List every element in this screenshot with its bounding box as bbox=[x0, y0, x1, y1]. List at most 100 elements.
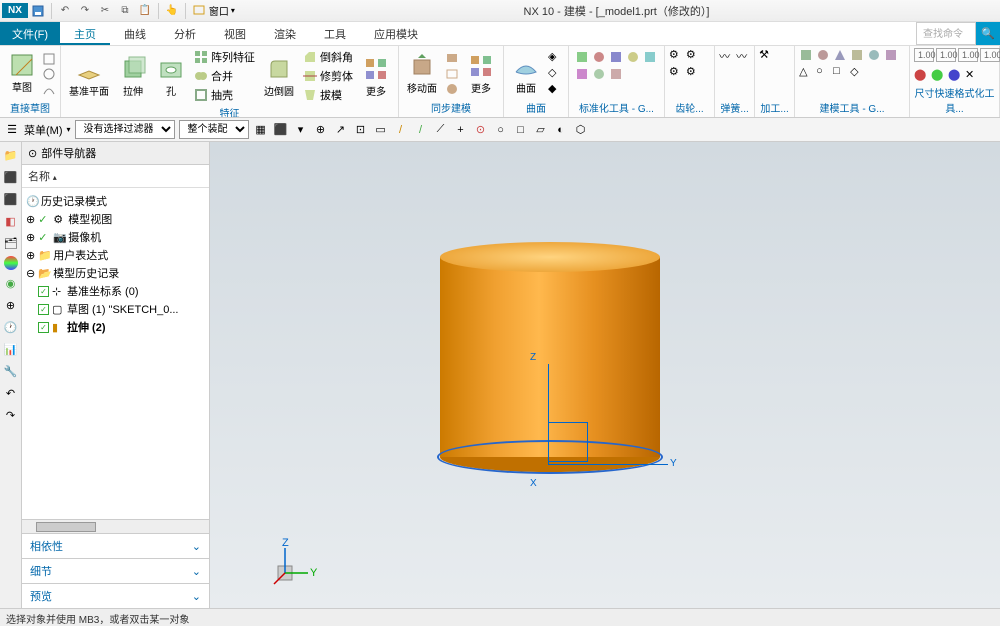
search-input[interactable]: 查找命令 bbox=[916, 22, 976, 45]
tree-datum-csys[interactable]: ✓⊹基准坐标系 (0) bbox=[26, 282, 205, 300]
lb-icon2[interactable]: ⬛ bbox=[2, 168, 20, 186]
touch-icon[interactable]: 👆 bbox=[164, 3, 180, 19]
fb-icon14[interactable]: □ bbox=[513, 122, 529, 138]
file-menu[interactable]: 文件(F) bbox=[0, 22, 60, 45]
tab-tools[interactable]: 工具 bbox=[310, 22, 360, 45]
undo-icon[interactable]: ↶ bbox=[57, 3, 73, 19]
draft-button[interactable]: 拔模 bbox=[300, 86, 356, 104]
sync-icon1[interactable] bbox=[445, 50, 459, 64]
tab-analysis[interactable]: 分析 bbox=[160, 22, 210, 45]
std-icon5[interactable] bbox=[643, 50, 657, 64]
search-button[interactable]: 🔍 bbox=[976, 22, 1000, 45]
window-icon[interactable] bbox=[191, 3, 207, 19]
paste-icon[interactable]: 📋 bbox=[137, 3, 153, 19]
sketch-button[interactable]: 草图 bbox=[4, 49, 40, 96]
mt-icon8[interactable]: ○ bbox=[816, 65, 830, 79]
fb-icon9[interactable]: / bbox=[413, 122, 429, 138]
filter-select-2[interactable]: 整个装配 bbox=[179, 120, 249, 139]
mt-icon9[interactable]: □ bbox=[833, 65, 847, 79]
sync-icon2[interactable] bbox=[445, 66, 459, 80]
edge-blend-button[interactable]: 边倒圆 bbox=[260, 53, 298, 100]
nav-column-header[interactable]: 名称 ▴ bbox=[22, 165, 209, 188]
fb-icon15[interactable]: ▱ bbox=[533, 122, 549, 138]
pattern-button[interactable]: 阵列特征 bbox=[191, 48, 258, 66]
nav-pin-icon[interactable]: ⊙ bbox=[28, 147, 37, 160]
lb-nav-icon[interactable]: 📁 bbox=[2, 146, 20, 164]
mt-icon7[interactable]: △ bbox=[799, 65, 813, 79]
shell-button[interactable]: 抽壳 bbox=[191, 86, 258, 104]
hole-button[interactable]: 孔 bbox=[153, 53, 189, 100]
fb-icon3[interactable]: ▾ bbox=[293, 122, 309, 138]
chamfer-button[interactable]: 倒斜角 bbox=[300, 48, 356, 66]
lb-icon8[interactable]: ⊕ bbox=[2, 296, 20, 314]
lb-icon10[interactable]: 📊 bbox=[2, 340, 20, 358]
mt-icon2[interactable] bbox=[816, 48, 830, 62]
fb-icon16[interactable]: ◐ bbox=[553, 122, 569, 138]
lb-icon6[interactable] bbox=[4, 256, 18, 270]
df-icon4[interactable]: ✕ bbox=[965, 68, 979, 82]
fb-icon17[interactable]: ⬡ bbox=[573, 122, 589, 138]
surf-icon2[interactable]: ◇ bbox=[548, 66, 562, 80]
trim-button[interactable]: 修剪体 bbox=[300, 67, 356, 85]
tab-view[interactable]: 视图 bbox=[210, 22, 260, 45]
accordion-details[interactable]: 细节⌄ bbox=[22, 558, 209, 583]
dim-2[interactable]: 1.00 bbox=[936, 48, 956, 62]
sketch-sub-icon2[interactable] bbox=[42, 67, 56, 81]
std-icon2[interactable] bbox=[592, 50, 606, 64]
std-icon3[interactable] bbox=[609, 50, 623, 64]
lb-icon5[interactable]: 🗂 bbox=[2, 234, 20, 252]
std-icon1[interactable] bbox=[575, 50, 589, 64]
std-icon7[interactable] bbox=[592, 67, 606, 81]
fb-icon12[interactable]: ⊙ bbox=[473, 122, 489, 138]
datum-plane-button[interactable]: 基准平面 bbox=[65, 53, 113, 100]
surf-icon1[interactable]: ◈ bbox=[548, 50, 562, 64]
dim-3[interactable]: 1.00 bbox=[958, 48, 978, 62]
cut-icon[interactable]: ✂ bbox=[97, 3, 113, 19]
lb-icon4[interactable]: ◧ bbox=[2, 212, 20, 230]
mt-icon10[interactable]: ◇ bbox=[850, 65, 864, 79]
fb-icon1[interactable]: ▦ bbox=[253, 122, 269, 138]
dim-1[interactable]: 1.00 bbox=[914, 48, 934, 62]
tree-model-views[interactable]: ⊕✓⚙模型视图 bbox=[26, 210, 205, 228]
process-icon[interactable]: ⚒ bbox=[759, 48, 773, 62]
sync-icon3[interactable] bbox=[445, 82, 459, 96]
spring-icon2[interactable]: 〰 bbox=[736, 48, 750, 62]
df-icon1[interactable]: ⬤ bbox=[914, 68, 928, 82]
dim-4[interactable]: 1.00 bbox=[980, 48, 1000, 62]
lb-wifi-icon[interactable]: ◉ bbox=[2, 274, 20, 292]
tree-model-history[interactable]: ⊖📂模型历史记录 bbox=[26, 264, 205, 282]
gear-icon3[interactable]: ⚙ bbox=[669, 65, 683, 79]
tab-home[interactable]: 主页 bbox=[60, 22, 110, 45]
fb-icon5[interactable]: ↗ bbox=[333, 122, 349, 138]
save-icon[interactable] bbox=[30, 3, 46, 19]
lb-icon12[interactable]: ↶ bbox=[2, 384, 20, 402]
window-menu[interactable]: 窗口 bbox=[209, 3, 229, 18]
mt-icon6[interactable] bbox=[884, 48, 898, 62]
gear-icon1[interactable]: ⚙ bbox=[669, 48, 683, 62]
menu-icon[interactable]: ☰ bbox=[4, 122, 20, 138]
df-icon3[interactable]: ⬤ bbox=[948, 68, 962, 82]
more-features-button[interactable]: 更多 bbox=[358, 53, 394, 100]
nav-scrollbar[interactable] bbox=[22, 519, 209, 533]
extrude-button[interactable]: 拉伸 bbox=[115, 53, 151, 100]
tree-sketch-1[interactable]: ✓▢草图 (1) "SKETCH_0... bbox=[26, 300, 205, 318]
surf-icon3[interactable]: ◆ bbox=[548, 82, 562, 96]
spring-icon1[interactable]: 〰 bbox=[719, 48, 733, 62]
fb-icon8[interactable]: / bbox=[393, 122, 409, 138]
mt-icon5[interactable] bbox=[867, 48, 881, 62]
fb-icon10[interactable]: ⟋ bbox=[433, 122, 449, 138]
fb-icon7[interactable]: ▭ bbox=[373, 122, 389, 138]
gear-icon2[interactable]: ⚙ bbox=[686, 48, 700, 62]
std-icon8[interactable] bbox=[609, 67, 623, 81]
more-sync-button[interactable]: 更多 bbox=[463, 50, 499, 97]
move-face-button[interactable]: 移动面 bbox=[403, 50, 441, 97]
filter-select-1[interactable]: 没有选择过滤器 bbox=[75, 120, 175, 139]
menu-button[interactable]: 菜单(M) bbox=[24, 122, 63, 138]
fb-icon4[interactable]: ⊕ bbox=[313, 122, 329, 138]
redo-icon[interactable]: ↷ bbox=[77, 3, 93, 19]
sketch-sub-icon3[interactable] bbox=[42, 82, 56, 96]
tab-render[interactable]: 渲染 bbox=[260, 22, 310, 45]
view-triad[interactable]: Z Y bbox=[270, 538, 320, 588]
surface-button[interactable]: 曲面 bbox=[508, 50, 544, 97]
mt-icon4[interactable] bbox=[850, 48, 864, 62]
